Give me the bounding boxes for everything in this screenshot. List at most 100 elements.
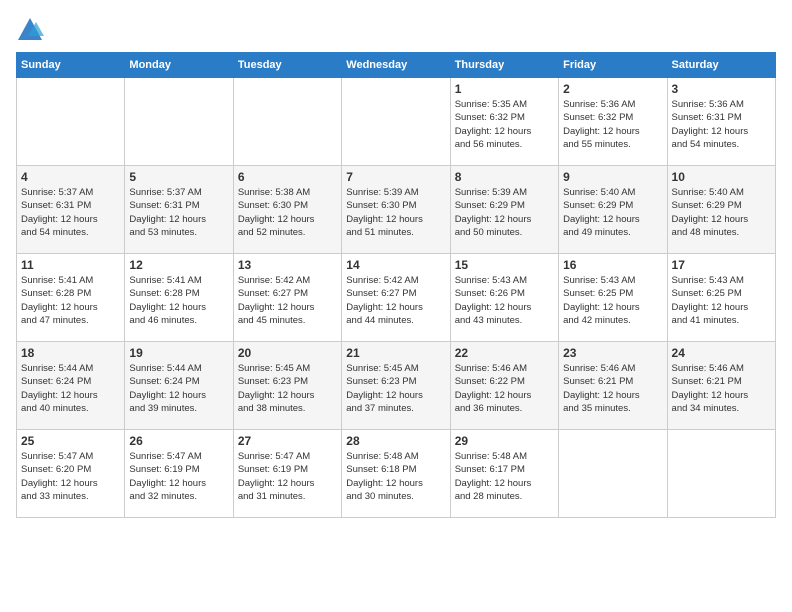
day-number: 1 [455, 82, 554, 96]
header-day-tuesday: Tuesday [233, 53, 341, 78]
day-info: Sunrise: 5:35 AM Sunset: 6:32 PM Dayligh… [455, 98, 554, 151]
calendar-week-2: 11 Sunrise: 5:41 AM Sunset: 6:28 PM Dayli… [17, 254, 776, 342]
calendar-cell: 8 Sunrise: 5:39 AM Sunset: 6:29 PM Daylig… [450, 166, 558, 254]
calendar-cell: 6Sunrise: 5:38 AM Sunset: 6:30 PM Daylig… [233, 166, 341, 254]
day-number: 27 [238, 434, 337, 448]
calendar-cell [559, 430, 667, 518]
day-info: Sunrise: 5:47 AM Sunset: 6:20 PM Dayligh… [21, 450, 120, 503]
day-info: Sunrise: 5:42 AM Sunset: 6:27 PM Dayligh… [346, 274, 445, 327]
day-info: Sunrise: 5:46 AM Sunset: 6:21 PM Dayligh… [563, 362, 662, 415]
day-number: 5 [129, 170, 228, 184]
day-info: Sunrise: 5:40 AM Sunset: 6:29 PM Dayligh… [672, 186, 771, 239]
calendar-cell: 19 Sunrise: 5:44 AM Sunset: 6:24 PM Dayli… [125, 342, 233, 430]
calendar-cell: 24 Sunrise: 5:46 AM Sunset: 6:21 PM Dayli… [667, 342, 775, 430]
day-info: Sunrise: 5:46 AM Sunset: 6:21 PM Dayligh… [672, 362, 771, 415]
day-number: 13 [238, 258, 337, 272]
day-info: Sunrise: 5:41 AM Sunset: 6:28 PM Dayligh… [129, 274, 228, 327]
calendar-week-1: 4 Sunrise: 5:37 AM Sunset: 6:31 PM Daylig… [17, 166, 776, 254]
day-number: 8 [455, 170, 554, 184]
calendar-cell: 4 Sunrise: 5:37 AM Sunset: 6:31 PM Daylig… [17, 166, 125, 254]
day-number: 3 [672, 82, 771, 96]
day-number: 22 [455, 346, 554, 360]
calendar-cell: 23 Sunrise: 5:46 AM Sunset: 6:21 PM Dayli… [559, 342, 667, 430]
header-day-saturday: Saturday [667, 53, 775, 78]
calendar-cell [233, 78, 341, 166]
calendar-cell: 5Sunrise: 5:37 AM Sunset: 6:31 PM Daylig… [125, 166, 233, 254]
day-info: Sunrise: 5:43 AM Sunset: 6:25 PM Dayligh… [563, 274, 662, 327]
day-info: Sunrise: 5:47 AM Sunset: 6:19 PM Dayligh… [129, 450, 228, 503]
day-number: 24 [672, 346, 771, 360]
calendar-cell [17, 78, 125, 166]
header-day-thursday: Thursday [450, 53, 558, 78]
day-info: Sunrise: 5:37 AM Sunset: 6:31 PM Dayligh… [21, 186, 120, 239]
day-number: 21 [346, 346, 445, 360]
day-info: Sunrise: 5:41 AM Sunset: 6:28 PM Dayligh… [21, 274, 120, 327]
day-number: 25 [21, 434, 120, 448]
calendar-cell [342, 78, 450, 166]
logo [16, 16, 48, 44]
day-number: 19 [129, 346, 228, 360]
day-number: 28 [346, 434, 445, 448]
day-info: Sunrise: 5:39 AM Sunset: 6:30 PM Dayligh… [346, 186, 445, 239]
logo-icon [16, 16, 44, 44]
calendar-cell: 17 Sunrise: 5:43 AM Sunset: 6:25 PM Dayli… [667, 254, 775, 342]
day-number: 20 [238, 346, 337, 360]
day-info: Sunrise: 5:36 AM Sunset: 6:32 PM Dayligh… [563, 98, 662, 151]
calendar-cell: 29Sunrise: 5:48 AM Sunset: 6:17 PM Dayli… [450, 430, 558, 518]
day-info: Sunrise: 5:44 AM Sunset: 6:24 PM Dayligh… [21, 362, 120, 415]
calendar-cell: 18 Sunrise: 5:44 AM Sunset: 6:24 PM Dayli… [17, 342, 125, 430]
header-day-wednesday: Wednesday [342, 53, 450, 78]
day-number: 12 [129, 258, 228, 272]
day-info: Sunrise: 5:48 AM Sunset: 6:17 PM Dayligh… [455, 450, 554, 503]
day-info: Sunrise: 5:36 AM Sunset: 6:31 PM Dayligh… [672, 98, 771, 151]
page-header [16, 16, 776, 44]
calendar-cell: 7Sunrise: 5:39 AM Sunset: 6:30 PM Daylig… [342, 166, 450, 254]
day-number: 11 [21, 258, 120, 272]
calendar-cell: 14 Sunrise: 5:42 AM Sunset: 6:27 PM Dayli… [342, 254, 450, 342]
day-number: 4 [21, 170, 120, 184]
calendar-cell: 26 Sunrise: 5:47 AM Sunset: 6:19 PM Dayli… [125, 430, 233, 518]
calendar-cell: 10Sunrise: 5:40 AM Sunset: 6:29 PM Dayli… [667, 166, 775, 254]
calendar-cell: 16 Sunrise: 5:43 AM Sunset: 6:25 PM Dayli… [559, 254, 667, 342]
calendar-cell: 28 Sunrise: 5:48 AM Sunset: 6:18 PM Dayli… [342, 430, 450, 518]
day-number: 14 [346, 258, 445, 272]
header-day-monday: Monday [125, 53, 233, 78]
day-info: Sunrise: 5:44 AM Sunset: 6:24 PM Dayligh… [129, 362, 228, 415]
calendar-cell: 1 Sunrise: 5:35 AM Sunset: 6:32 PM Daylig… [450, 78, 558, 166]
day-info: Sunrise: 5:40 AM Sunset: 6:29 PM Dayligh… [563, 186, 662, 239]
day-info: Sunrise: 5:48 AM Sunset: 6:18 PM Dayligh… [346, 450, 445, 503]
header-day-sunday: Sunday [17, 53, 125, 78]
day-number: 15 [455, 258, 554, 272]
calendar-cell: 25 Sunrise: 5:47 AM Sunset: 6:20 PM Dayli… [17, 430, 125, 518]
day-number: 17 [672, 258, 771, 272]
calendar-cell: 13 Sunrise: 5:42 AM Sunset: 6:27 PM Dayli… [233, 254, 341, 342]
calendar-cell: 20 Sunrise: 5:45 AM Sunset: 6:23 PM Dayli… [233, 342, 341, 430]
day-number: 26 [129, 434, 228, 448]
calendar-cell: 21 Sunrise: 5:45 AM Sunset: 6:23 PM Dayli… [342, 342, 450, 430]
day-info: Sunrise: 5:43 AM Sunset: 6:25 PM Dayligh… [672, 274, 771, 327]
day-info: Sunrise: 5:47 AM Sunset: 6:19 PM Dayligh… [238, 450, 337, 503]
day-number: 2 [563, 82, 662, 96]
day-info: Sunrise: 5:39 AM Sunset: 6:29 PM Dayligh… [455, 186, 554, 239]
calendar-cell: 15 Sunrise: 5:43 AM Sunset: 6:26 PM Dayli… [450, 254, 558, 342]
calendar-cell: 12 Sunrise: 5:41 AM Sunset: 6:28 PM Dayli… [125, 254, 233, 342]
day-info: Sunrise: 5:45 AM Sunset: 6:23 PM Dayligh… [238, 362, 337, 415]
day-number: 23 [563, 346, 662, 360]
day-info: Sunrise: 5:43 AM Sunset: 6:26 PM Dayligh… [455, 274, 554, 327]
calendar-cell: 2 Sunrise: 5:36 AM Sunset: 6:32 PM Daylig… [559, 78, 667, 166]
calendar-week-4: 25 Sunrise: 5:47 AM Sunset: 6:20 PM Dayli… [17, 430, 776, 518]
calendar-cell: 11 Sunrise: 5:41 AM Sunset: 6:28 PM Dayli… [17, 254, 125, 342]
day-number: 16 [563, 258, 662, 272]
day-number: 9 [563, 170, 662, 184]
calendar-header-row: SundayMondayTuesdayWednesdayThursdayFrid… [17, 53, 776, 78]
day-info: Sunrise: 5:42 AM Sunset: 6:27 PM Dayligh… [238, 274, 337, 327]
day-info: Sunrise: 5:45 AM Sunset: 6:23 PM Dayligh… [346, 362, 445, 415]
day-info: Sunrise: 5:38 AM Sunset: 6:30 PM Dayligh… [238, 186, 337, 239]
calendar-week-3: 18 Sunrise: 5:44 AM Sunset: 6:24 PM Dayli… [17, 342, 776, 430]
day-number: 18 [21, 346, 120, 360]
day-info: Sunrise: 5:46 AM Sunset: 6:22 PM Dayligh… [455, 362, 554, 415]
calendar-cell [125, 78, 233, 166]
calendar-table: SundayMondayTuesdayWednesdayThursdayFrid… [16, 52, 776, 518]
calendar-cell [667, 430, 775, 518]
calendar-body: 1 Sunrise: 5:35 AM Sunset: 6:32 PM Daylig… [17, 78, 776, 518]
